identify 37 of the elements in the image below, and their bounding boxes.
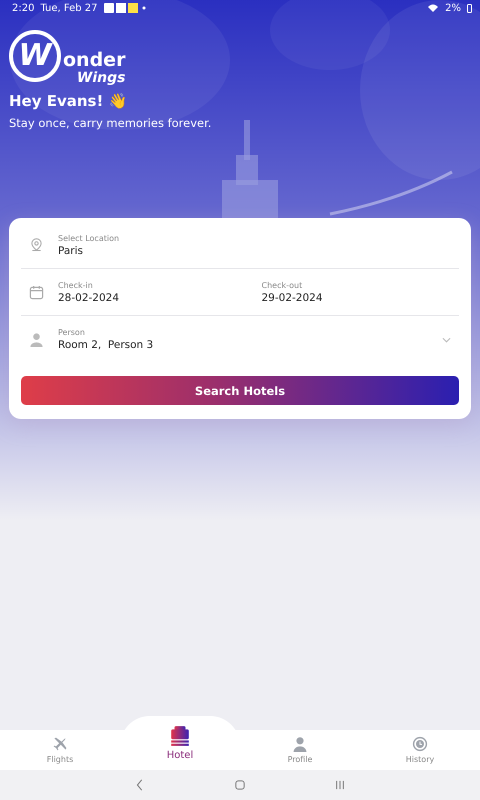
logo-text: onder <box>63 50 126 70</box>
nav-tab[interactable]: History <box>360 730 480 770</box>
history-icon <box>412 736 428 752</box>
location-field[interactable]: Select Location Paris <box>21 222 459 269</box>
chevron-down-icon <box>442 336 451 342</box>
greeting-title: Hey Evans! 👋 <box>9 92 129 110</box>
airplane-icon <box>52 736 68 752</box>
home-icon[interactable] <box>235 779 245 791</box>
field-label: Select Location <box>58 234 120 243</box>
status-date: Tue, Feb 27 <box>40 2 98 14</box>
search-hotels-button[interactable]: Search Hotels <box>21 376 459 405</box>
person-icon <box>292 736 308 752</box>
battery-icon <box>467 4 472 12</box>
bed-icon <box>168 725 192 747</box>
location-pin-icon <box>29 238 44 253</box>
field-label: Check-out <box>262 281 304 290</box>
field-value: 28-02-2024 <box>58 292 120 304</box>
field-value: 29-02-2024 <box>262 292 324 304</box>
status-time: 2:20 <box>12 2 34 14</box>
field-value: Paris <box>58 245 84 257</box>
check-out-field[interactable]: Check-out 29-02-2024 <box>262 281 451 304</box>
battery-level: 2% <box>445 2 461 14</box>
logo-subtext: Wings <box>76 70 126 86</box>
calendar-icon <box>29 285 44 300</box>
wifi-icon <box>427 3 440 13</box>
person-dropdown[interactable]: Person Room 2, Person 3 <box>21 316 459 362</box>
field-label: Check-in <box>58 281 94 290</box>
nav-tab[interactable]: Profile <box>240 730 360 770</box>
person-icon <box>29 332 44 347</box>
field-value: Room 2, Person 3 <box>58 339 154 351</box>
check-in-field[interactable]: Check-in 28-02-2024 <box>58 281 248 304</box>
recents-icon[interactable] <box>335 779 345 791</box>
nav-tab[interactable]: Flights <box>0 730 120 770</box>
greeting-subtitle: Stay once, carry memories forever. <box>9 116 212 130</box>
back-icon[interactable] <box>135 779 145 791</box>
field-label: Person <box>58 328 86 337</box>
logo-ring: W <box>9 30 61 82</box>
